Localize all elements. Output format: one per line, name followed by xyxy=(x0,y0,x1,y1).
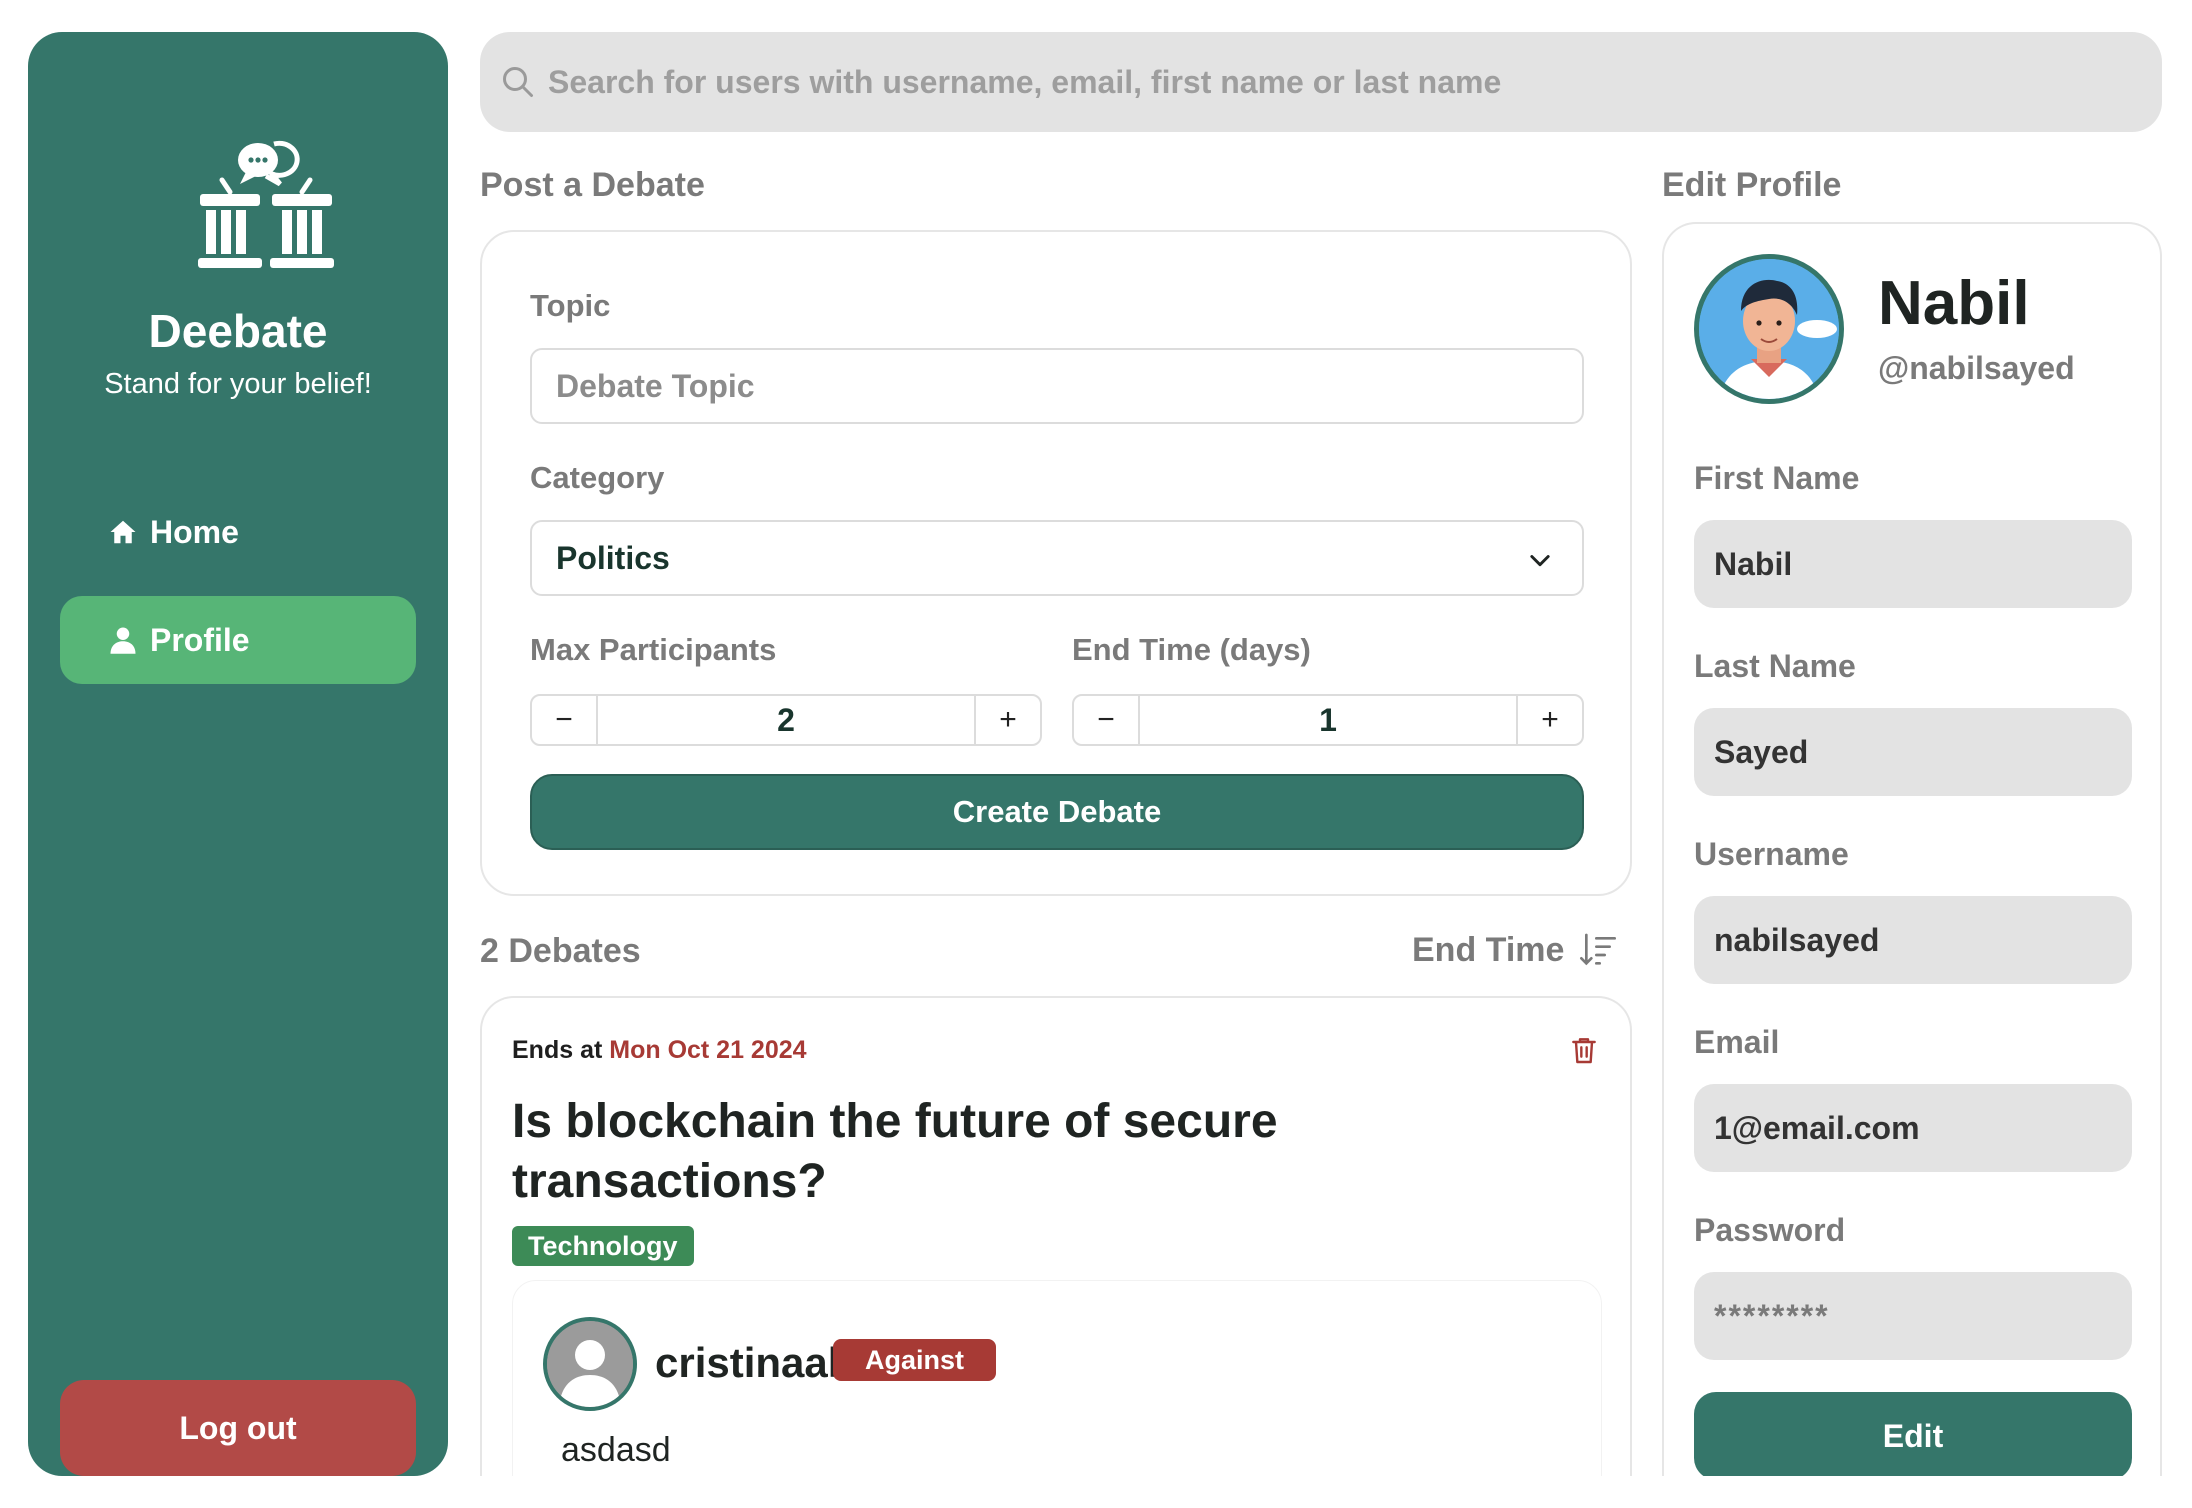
chevron-down-icon xyxy=(1530,555,1550,567)
email-label: Email xyxy=(1694,1024,1780,1060)
username-field[interactable]: nabilsayed xyxy=(1694,896,2132,984)
debate-podium-logo-icon xyxy=(198,140,334,268)
avatar[interactable] xyxy=(1694,254,1844,404)
profile-avatar-illustration xyxy=(1699,259,1839,399)
app: Deebate Stand for your belief! Home Prof… xyxy=(0,0,2192,1508)
edit-profile-card: Nabil @nabilsayed First Name Nabil Last … xyxy=(1662,222,2162,1508)
max-participants-stepper: − 2 + xyxy=(530,694,1042,746)
create-debate-button[interactable]: Create Debate xyxy=(530,774,1584,850)
category-select[interactable]: Politics xyxy=(530,520,1584,596)
increment-button[interactable]: + xyxy=(976,696,1040,744)
increment-button[interactable]: + xyxy=(1518,696,1582,744)
category-label: Category xyxy=(530,460,665,495)
default-user-icon xyxy=(547,1321,633,1407)
decrement-button[interactable]: − xyxy=(532,696,596,744)
topic-label: Topic xyxy=(530,288,611,323)
brand-name: Deebate xyxy=(148,305,328,357)
stance-badge: Against xyxy=(833,1339,997,1381)
decrement-button[interactable]: − xyxy=(1074,696,1138,744)
first-name-field[interactable]: Nabil xyxy=(1694,520,2132,608)
sidebar-item-home[interactable]: Home xyxy=(60,488,416,576)
username-label: Username xyxy=(1694,836,1849,872)
last-name-field[interactable]: Sayed xyxy=(1694,708,2132,796)
search-icon xyxy=(503,67,533,97)
bottom-strip xyxy=(0,1476,2192,1508)
debates-count: 2 Debates xyxy=(480,932,641,970)
sidebar: Deebate Stand for your belief! Home Prof… xyxy=(28,32,448,1476)
max-participants-label: Max Participants xyxy=(530,632,777,667)
profile-name: Nabil xyxy=(1878,269,2030,338)
ends-date: Mon Oct 21 2024 xyxy=(609,1036,807,1064)
edit-profile-title: Edit Profile xyxy=(1662,166,1842,204)
post-debate-card: Topic Debate Topic Category Politics Max… xyxy=(480,230,1632,896)
max-participants-value[interactable]: 2 xyxy=(596,696,976,744)
debate-end-date: Ends at Mon Oct 21 2024 xyxy=(512,1036,807,1065)
sidebar-item-profile[interactable]: Profile xyxy=(60,596,416,684)
home-icon xyxy=(110,520,136,544)
category-value: Politics xyxy=(556,539,670,576)
sort-descending-icon xyxy=(1580,933,1617,966)
last-name-label: Last Name xyxy=(1694,648,1856,684)
password-label: Password xyxy=(1694,1212,1846,1248)
post-debate-title: Post a Debate xyxy=(480,166,705,204)
category-tag: Technology xyxy=(512,1226,694,1266)
profile-handle: @nabilsayed xyxy=(1878,350,2075,386)
ends-prefix: Ends at xyxy=(512,1036,603,1064)
topic-input[interactable]: Debate Topic xyxy=(530,348,1584,424)
comment-text: asdasd xyxy=(561,1431,671,1469)
avatar xyxy=(543,1317,637,1411)
sidebar-item-label: Home xyxy=(150,513,239,550)
debate-card: Ends at Mon Oct 21 2024 Is blockchain th… xyxy=(480,996,1632,1508)
logout-button[interactable]: Log out xyxy=(60,1380,416,1476)
sort-label: End Time xyxy=(1412,930,1565,969)
search-input[interactable] xyxy=(548,63,2108,101)
trash-icon[interactable] xyxy=(1568,1034,1600,1066)
end-time-label: End Time (days) xyxy=(1072,632,1311,667)
first-name-label: First Name xyxy=(1694,460,1860,496)
user-icon xyxy=(110,627,136,654)
email-field[interactable]: 1@email.com xyxy=(1694,1084,2132,1172)
search-bar xyxy=(480,32,2162,132)
end-time-value[interactable]: 1 xyxy=(1138,696,1518,744)
sort-control[interactable]: End Time xyxy=(1412,930,1618,970)
password-field[interactable]: ******** xyxy=(1694,1272,2132,1360)
comment-card: cristinaal Against asdasd xyxy=(512,1280,1602,1508)
brand-tagline: Stand for your belief! xyxy=(104,368,372,400)
edit-profile-button[interactable]: Edit xyxy=(1694,1392,2132,1480)
comment-username[interactable]: cristinaal xyxy=(655,1339,839,1387)
end-time-stepper: − 1 + xyxy=(1072,694,1584,746)
sidebar-item-label: Profile xyxy=(150,621,250,658)
debate-title[interactable]: Is blockchain the future of secure trans… xyxy=(512,1092,1412,1212)
